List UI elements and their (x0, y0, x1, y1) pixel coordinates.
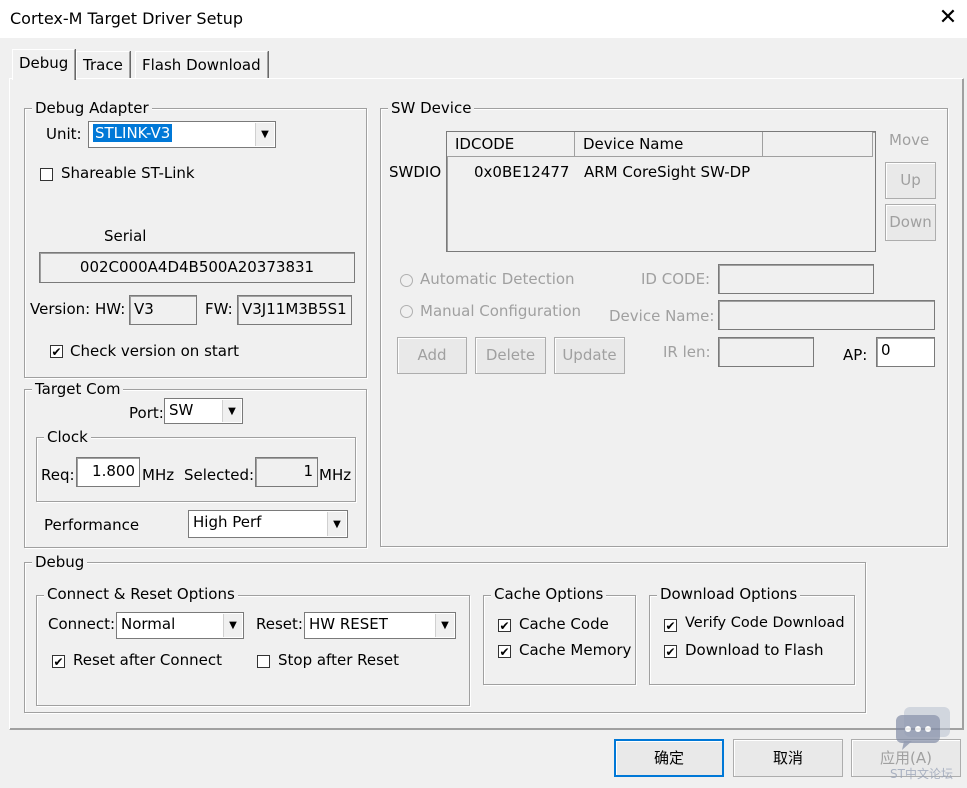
close-icon[interactable]: ✕ (935, 4, 961, 32)
ap-label: AP: (843, 346, 868, 364)
manual-configuration-label: Manual Configuration (420, 302, 582, 320)
debug-options-label: Debug (32, 553, 88, 571)
connect-reset-label: Connect & Reset Options (44, 585, 238, 603)
tab-debug[interactable]: Debug (12, 49, 76, 80)
automatic-detection-radio[interactable] (400, 274, 413, 287)
id-code-label: ID CODE: (641, 270, 711, 288)
connect-dropdown[interactable]: Normal ▼ (116, 612, 244, 639)
performance-value: High Perf (193, 513, 262, 531)
download-to-flash-label: Download to Flash (685, 641, 824, 659)
download-options-label: Download Options (657, 585, 801, 603)
chevron-down-icon: ▼ (222, 400, 241, 422)
chevron-down-icon: ▼ (223, 614, 242, 637)
automatic-detection-label: Automatic Detection (420, 270, 575, 288)
up-button[interactable]: Up (885, 162, 936, 199)
down-button[interactable]: Down (885, 204, 936, 241)
tab-flash-download[interactable]: Flash Download (135, 51, 268, 79)
reset-after-connect-checkbox[interactable]: ✔ (52, 655, 65, 668)
id-code-input[interactable] (718, 264, 874, 294)
reset-value: HW RESET (309, 615, 388, 633)
ap-input[interactable]: 0 (876, 337, 935, 367)
cancel-button[interactable]: 取消 (733, 739, 843, 777)
row-idcode[interactable]: 0x0BE12477 (474, 163, 569, 181)
column-header-empty (763, 132, 873, 157)
cache-memory-checkbox[interactable]: ✔ (498, 645, 511, 658)
ir-len-label: IR len: (663, 343, 711, 361)
stop-after-reset-checkbox[interactable] (257, 655, 270, 668)
sw-device-label: SW Device (388, 99, 475, 117)
stop-after-reset-label: Stop after Reset (278, 651, 400, 669)
tab-trace[interactable]: Trace (76, 51, 130, 79)
performance-label: Performance (44, 516, 140, 534)
device-name-input[interactable] (718, 300, 935, 330)
device-name-label: Device Name: (609, 307, 715, 325)
shareable-checkbox[interactable] (40, 168, 53, 181)
port-value: SW (169, 401, 194, 419)
port-dropdown[interactable]: SW ▼ (164, 398, 243, 424)
performance-dropdown[interactable]: High Perf ▼ (188, 510, 348, 538)
port-label: Port: (129, 404, 164, 422)
chat-bubble-icon (896, 707, 950, 750)
selected-unit: MHz (319, 466, 352, 484)
req-label: Req: (41, 466, 75, 484)
download-options-group (649, 595, 855, 685)
cache-code-label: Cache Code (519, 615, 609, 633)
reset-dropdown[interactable]: HW RESET ▼ (304, 612, 456, 639)
watermark: ST中文论坛 (880, 705, 962, 785)
version-hw-label: Version: HW: (30, 300, 126, 318)
cache-memory-label: Cache Memory (519, 641, 632, 659)
fw-version-field: V3J11M3B5S1 (237, 295, 352, 325)
column-header-device-name[interactable]: Device Name (575, 132, 763, 157)
unit-dropdown[interactable]: STLINK-V3 ▼ (88, 121, 276, 148)
clock-label: Clock (44, 428, 91, 446)
delete-button[interactable]: Delete (475, 337, 546, 374)
selected-field: 1 (255, 457, 318, 487)
chevron-down-icon: ▼ (327, 512, 346, 536)
move-label: Move (889, 131, 930, 149)
reset-after-connect-label: Reset after Connect (73, 651, 222, 669)
serial-label: Serial (104, 227, 147, 245)
add-button[interactable]: Add (397, 337, 467, 374)
chevron-down-icon: ▼ (435, 614, 454, 637)
serial-field: 002C000A4D4B500A20373831 (39, 252, 355, 283)
verify-code-download-checkbox[interactable]: ✔ (664, 619, 677, 632)
hw-version-field: V3 (129, 295, 197, 325)
debug-adapter-group (24, 108, 367, 378)
req-input[interactable]: 1.800 (76, 457, 140, 487)
ok-button[interactable]: 确定 (614, 739, 724, 777)
unit-label: Unit: (46, 125, 82, 143)
watermark-text: ST中文论坛 (890, 767, 953, 781)
device-list[interactable]: IDCODE Device Name 0x0BE12477 ARM CoreSi… (446, 131, 876, 252)
cache-options-group (483, 595, 636, 685)
column-header-idcode[interactable]: IDCODE (447, 132, 575, 157)
update-button[interactable]: Update (554, 337, 625, 374)
window-title: Cortex-M Target Driver Setup (10, 9, 243, 28)
target-com-label: Target Com (32, 380, 124, 398)
fw-label: FW: (205, 300, 233, 318)
reset-label: Reset: (256, 615, 303, 633)
chevron-down-icon: ▼ (255, 123, 274, 146)
debug-adapter-label: Debug Adapter (32, 99, 152, 117)
selected-label: Selected: (184, 466, 255, 484)
download-to-flash-checkbox[interactable]: ✔ (664, 645, 677, 658)
ir-len-input[interactable] (718, 337, 814, 367)
unit-value: STLINK-V3 (93, 124, 173, 142)
check-version-label: Check version on start (70, 342, 240, 360)
cache-code-checkbox[interactable]: ✔ (498, 619, 511, 632)
shareable-label: Shareable ST-Link (61, 164, 195, 182)
connect-label: Connect: (48, 615, 116, 633)
req-unit: MHz (142, 466, 175, 484)
connect-value: Normal (121, 615, 176, 633)
verify-code-download-label: Verify Code Download (685, 615, 845, 631)
swdio-label: SWDIO (389, 163, 442, 181)
cache-options-label: Cache Options (491, 585, 607, 603)
check-version-checkbox[interactable]: ✔ (50, 345, 63, 358)
row-device-name[interactable]: ARM CoreSight SW-DP (584, 163, 750, 181)
manual-configuration-radio[interactable] (400, 305, 413, 318)
